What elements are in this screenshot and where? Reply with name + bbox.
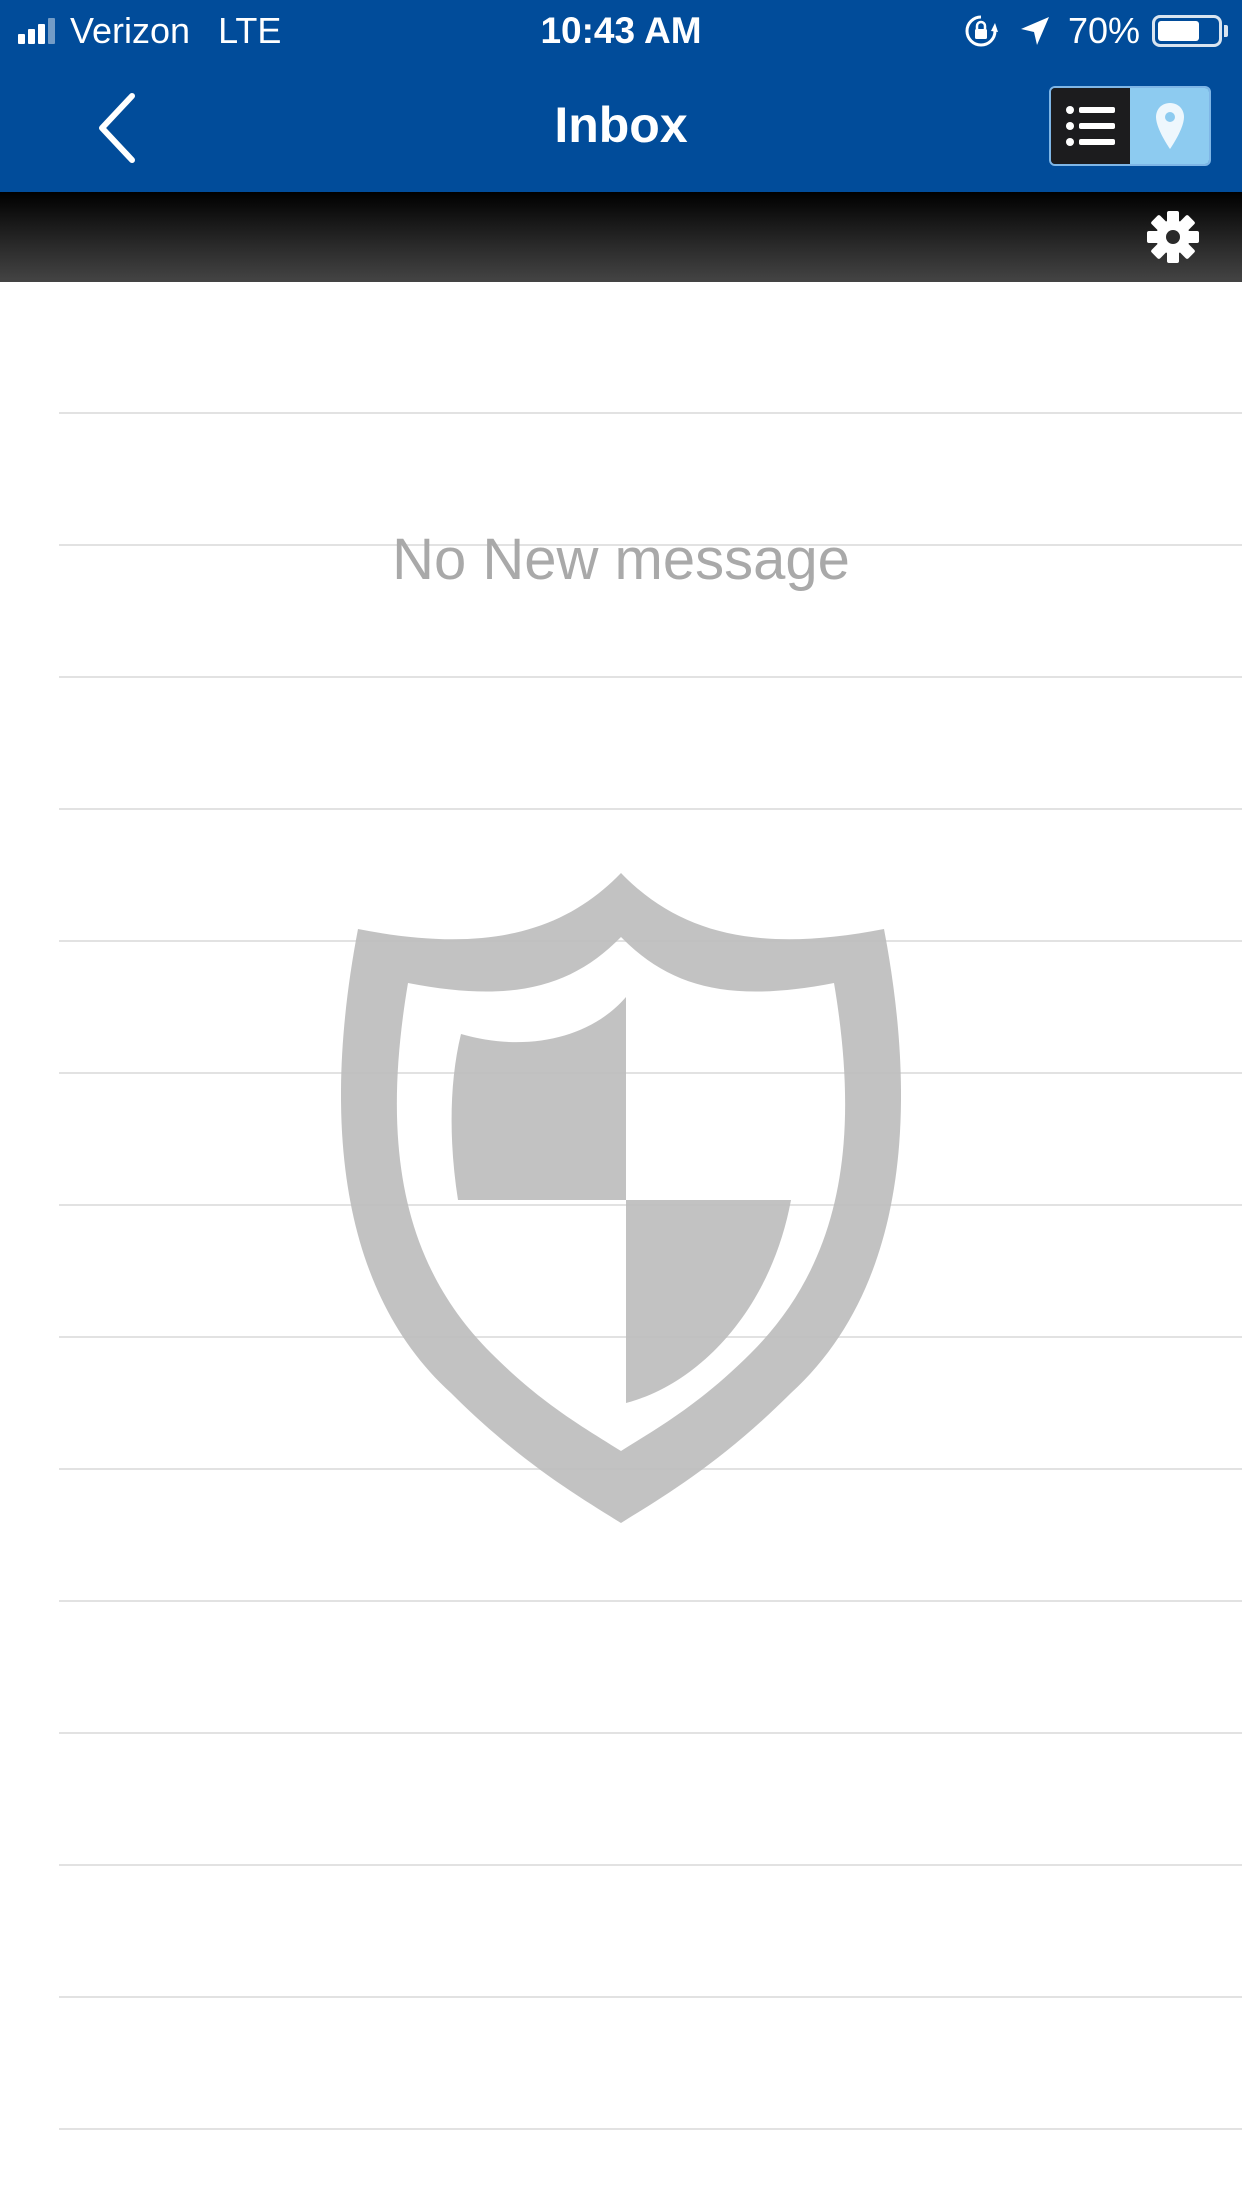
list-row-separator: [59, 412, 1242, 414]
list-row-separator: [59, 808, 1242, 810]
empty-inbox-message: No New message: [392, 527, 850, 592]
battery-tip: [1224, 25, 1228, 37]
inbox-screen: Verizon LTE 10:43 AM 70% Inbox No New me…: [0, 0, 1242, 2208]
gear-icon: [1147, 211, 1199, 263]
battery-icon: [1152, 15, 1222, 47]
list-row-separator: [59, 676, 1242, 678]
battery-fill: [1158, 21, 1199, 41]
location-arrow-icon: [1020, 17, 1049, 45]
status-bar: Verizon LTE 10:43 AM 70%: [0, 0, 1242, 62]
nav-bar: Inbox: [0, 62, 1242, 192]
toolbar: [0, 192, 1242, 282]
map-view-button[interactable]: [1130, 88, 1209, 164]
view-toggle: [1049, 86, 1211, 166]
list-row-separator: [59, 1996, 1242, 1998]
list-row-separator: [59, 1600, 1242, 1602]
list-row-separator: [59, 2128, 1242, 2130]
shield-icon: [341, 873, 901, 1523]
battery-percent: 70%: [1067, 10, 1140, 51]
list-row-separator: [59, 1864, 1242, 1866]
orientation-lock-icon: [965, 15, 998, 47]
list-icon: [1065, 106, 1115, 146]
settings-button[interactable]: [1145, 209, 1201, 265]
inbox-list: No New message: [0, 282, 1242, 2208]
status-right: 70%: [964, 10, 1228, 52]
list-view-button[interactable]: [1051, 88, 1130, 164]
map-pin-icon: [1155, 103, 1184, 149]
list-row-separator: [59, 1732, 1242, 1734]
